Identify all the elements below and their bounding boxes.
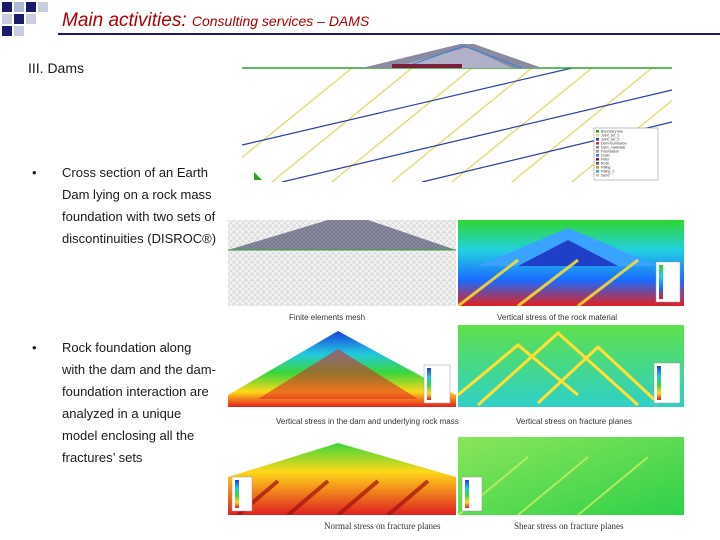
finite-element-mesh-figure (228, 220, 456, 306)
slide-title-main: Main activities: (62, 10, 192, 31)
vertical-stress-rock-figure (458, 220, 684, 306)
bullet-symbol: • (32, 165, 37, 180)
shear-stress-fracture-figure (458, 437, 684, 515)
normal-stress-fracture-figure (228, 437, 456, 515)
caption-shear-stress: Shear stress on fracture planes (514, 521, 624, 531)
caption-normal-stress: Normal stress on fracture planes (324, 521, 441, 531)
caption-vertical-stress-rock: Vertical stress of the rock material (497, 313, 618, 322)
caption-vertical-stress-dam: Vertical stress in the dam and underlyin… (276, 417, 459, 426)
caption-mesh: Finite elements mesh (289, 313, 366, 322)
corner-squares-decoration (2, 2, 48, 36)
caption-vertical-stress-fracture: Vertical stress on fracture planes (516, 417, 633, 426)
vertical-stress-dam-figure (228, 325, 456, 407)
vertical-stress-fracture-figure (458, 325, 684, 407)
bullet-text: Rock foundation along with the dam and t… (62, 340, 216, 465)
dam-cross-section-figure: Boundary line Joint_set_1 Joint_set_2 Da… (242, 40, 672, 182)
bullet-symbol: • (32, 340, 37, 355)
bullet-text: Cross section of an Earth Dam lying on a… (62, 165, 217, 246)
title-underline (58, 33, 720, 35)
slide-title-sub: Consulting services – DAMS (191, 13, 370, 29)
slide-title: Main activities: Consulting services – D… (62, 10, 369, 32)
legend-entry: Sand (601, 174, 609, 178)
section-heading: III. Dams (28, 60, 85, 76)
